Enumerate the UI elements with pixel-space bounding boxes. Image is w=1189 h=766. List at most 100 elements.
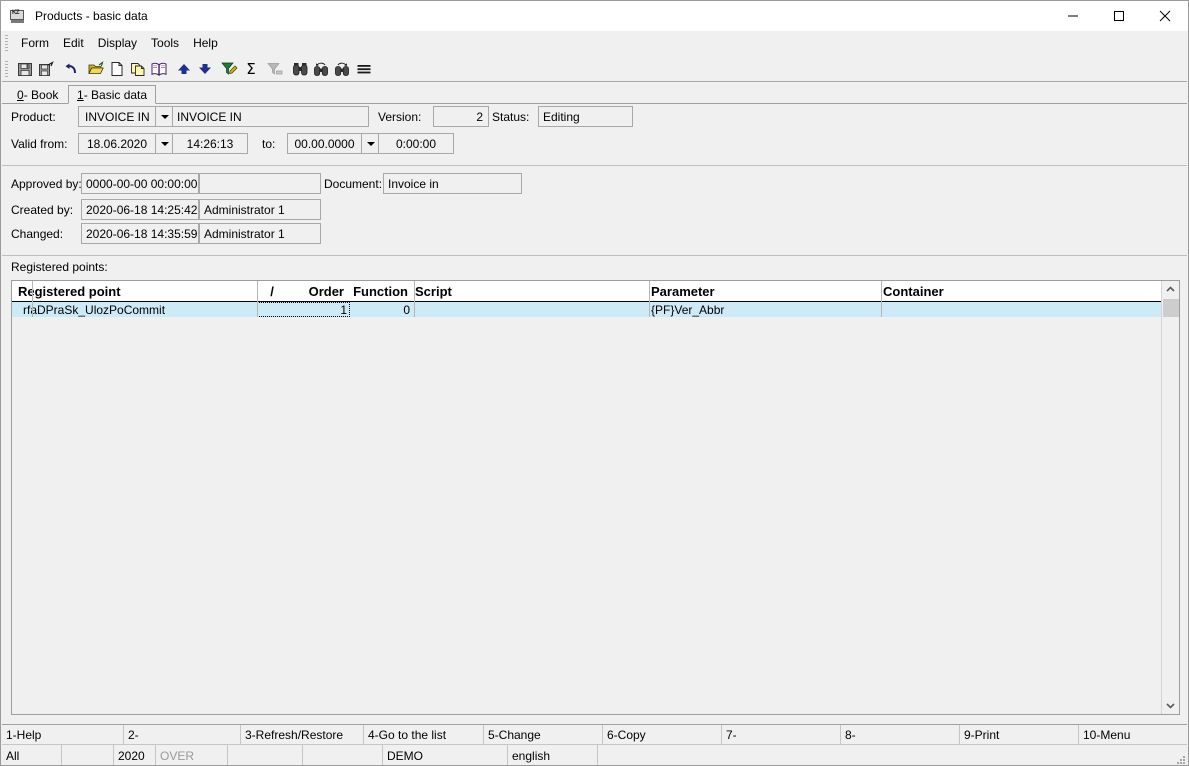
col-function[interactable]: Function — [350, 281, 414, 301]
status-blank-3[interactable] — [303, 745, 383, 765]
version-label: Version: — [378, 110, 422, 124]
fkey-1-help[interactable]: 1-Help — [2, 725, 124, 744]
menu-display[interactable]: Display — [91, 33, 144, 53]
binoculars-icon[interactable] — [290, 58, 311, 80]
grid-vertical-scrollbar[interactable] — [1161, 281, 1179, 714]
tab-basic-data-key: 1 — [77, 87, 84, 102]
cell-script[interactable] — [414, 302, 649, 317]
fkey-8[interactable]: 8- — [841, 725, 960, 744]
chevron-down-icon[interactable] — [155, 134, 173, 153]
hamburger-menu-icon[interactable] — [353, 58, 374, 80]
registered-points-label: Registered points: — [11, 260, 108, 274]
sigma-filter-icon[interactable] — [265, 58, 286, 80]
col-container[interactable]: Container — [881, 281, 1161, 301]
product-code-value: INVOICE IN — [85, 109, 150, 124]
fkey-3-refresh-restore[interactable]: 3-Refresh/Restore — [241, 725, 364, 744]
tab-basic-data[interactable]: 1 - Basic data — [68, 85, 157, 104]
application-window: Products - basic data Form Edit Display … — [0, 0, 1189, 766]
menu-help[interactable]: Help — [186, 33, 225, 53]
undo-icon[interactable] — [60, 58, 81, 80]
menu-form[interactable]: Form — [14, 33, 56, 53]
fkey-10-menu[interactable]: 10-Menu — [1079, 725, 1187, 744]
tab-book[interactable]: 0 - Book — [9, 86, 67, 104]
fkey-7[interactable]: 7- — [722, 725, 841, 744]
cell-registered-point[interactable]: rfaDPraSk_UlozPoCommit — [12, 302, 257, 317]
copy-icon[interactable] — [127, 58, 148, 80]
status-language[interactable]: english — [508, 745, 598, 765]
created-by-label: Created by: — [11, 203, 74, 217]
to-time-field[interactable]: 0:00:00 — [378, 133, 454, 154]
grid-divider — [414, 281, 415, 317]
scroll-thumb[interactable] — [1163, 299, 1179, 317]
tab-strip: 0 - Book 1 - Basic data — [2, 83, 1187, 104]
col-order[interactable]: Order — [287, 281, 350, 301]
resize-grip[interactable] — [1173, 752, 1185, 764]
sigma-sum-icon[interactable]: Σ — [240, 58, 261, 80]
cell-container[interactable] — [881, 302, 1161, 317]
toolbar: Σ — [2, 56, 1187, 82]
chevron-down-icon[interactable] — [361, 134, 379, 153]
status-field[interactable]: Editing — [538, 106, 633, 127]
changed-user-field[interactable]: Administrator 1 — [199, 223, 321, 244]
status-blank-2[interactable] — [228, 745, 303, 765]
grid-divider — [257, 281, 258, 317]
app-icon — [10, 8, 26, 24]
open-folder-icon[interactable] — [85, 58, 106, 80]
col-script[interactable]: Script — [414, 281, 649, 301]
binoculars-next-icon[interactable] — [332, 58, 353, 80]
document-field[interactable]: Invoice in — [383, 173, 522, 194]
cell-function[interactable]: 0 — [350, 302, 414, 317]
minimize-button[interactable] — [1050, 1, 1096, 31]
fkey-6-copy[interactable]: 6-Copy — [603, 725, 722, 744]
valid-from-time-field[interactable]: 14:26:13 — [172, 133, 248, 154]
close-button[interactable] — [1142, 1, 1188, 31]
registered-points-grid: Registered point / Order Function Script… — [11, 280, 1180, 715]
scroll-down-icon[interactable] — [1162, 697, 1179, 714]
menu-edit[interactable]: Edit — [56, 33, 91, 53]
status-over[interactable]: OVER — [156, 745, 228, 765]
col-slash[interactable]: / — [257, 281, 287, 301]
new-document-icon[interactable] — [106, 58, 127, 80]
toolbar-drag-grip[interactable] — [5, 60, 8, 77]
fkey-4-go-to-the-list[interactable]: 4-Go to the list — [364, 725, 484, 744]
fkey-5-change[interactable]: 5-Change — [484, 725, 603, 744]
status-year[interactable]: 2020 — [114, 745, 156, 765]
fkey-9-print[interactable]: 9-Print — [960, 725, 1079, 744]
binoculars-prev-icon[interactable] — [311, 58, 332, 80]
scroll-up-icon[interactable] — [1162, 281, 1179, 298]
table-row[interactable]: rfaDPraSk_UlozPoCommit 1 0 {PF}Ver_Abbr — [12, 302, 1161, 317]
menu-tools[interactable]: Tools — [144, 33, 186, 53]
tab-book-key: 0 — [17, 87, 24, 102]
audit-info-panel: Approved by: 0000-00-00 00:00:00 Documen… — [2, 167, 1187, 256]
created-by-user-field[interactable]: Administrator 1 — [199, 199, 321, 220]
menu-drag-grip[interactable] — [5, 35, 8, 51]
product-code-combo[interactable]: INVOICE IN — [78, 106, 174, 127]
product-name-field[interactable]: INVOICE IN — [172, 106, 369, 127]
fkey-2[interactable]: 2- — [124, 725, 241, 744]
changed-label: Changed: — [11, 227, 64, 241]
filter-edit-icon[interactable] — [219, 58, 240, 80]
status-environment[interactable]: DEMO — [383, 745, 508, 765]
save-icon[interactable] — [14, 58, 35, 80]
version-field[interactable]: 2 — [433, 106, 489, 127]
book-icon[interactable] — [148, 58, 169, 80]
valid-from-date-combo[interactable]: 18.06.2020 — [78, 133, 174, 154]
cell-parameter[interactable]: {PF}Ver_Abbr — [649, 302, 881, 317]
status-blank-1[interactable] — [62, 745, 114, 765]
status-scope[interactable]: All — [2, 745, 62, 765]
approved-by-date-field[interactable]: 0000-00-00 00:00:00 — [81, 173, 199, 194]
col-registered-point[interactable]: Registered point — [12, 281, 257, 301]
arrow-down-icon[interactable] — [194, 58, 215, 80]
changed-date-field[interactable]: 2020-06-18 14:35:59 — [81, 223, 199, 244]
approved-by-user-field[interactable] — [199, 173, 321, 194]
maximize-button[interactable] — [1096, 1, 1142, 31]
cell-order[interactable]: 1 — [257, 302, 350, 317]
to-date-combo[interactable]: 00.00.0000 — [287, 133, 380, 154]
col-parameter[interactable]: Parameter — [649, 281, 881, 301]
chevron-down-icon[interactable] — [155, 107, 173, 126]
save-as-icon[interactable] — [35, 58, 56, 80]
function-key-bar: 1-Help 2- 3-Refresh/Restore 4-Go to the … — [2, 724, 1187, 744]
created-by-date-field[interactable]: 2020-06-18 14:25:42 — [81, 199, 199, 220]
arrow-up-icon[interactable] — [173, 58, 194, 80]
grid-empty-area[interactable] — [12, 317, 1161, 714]
